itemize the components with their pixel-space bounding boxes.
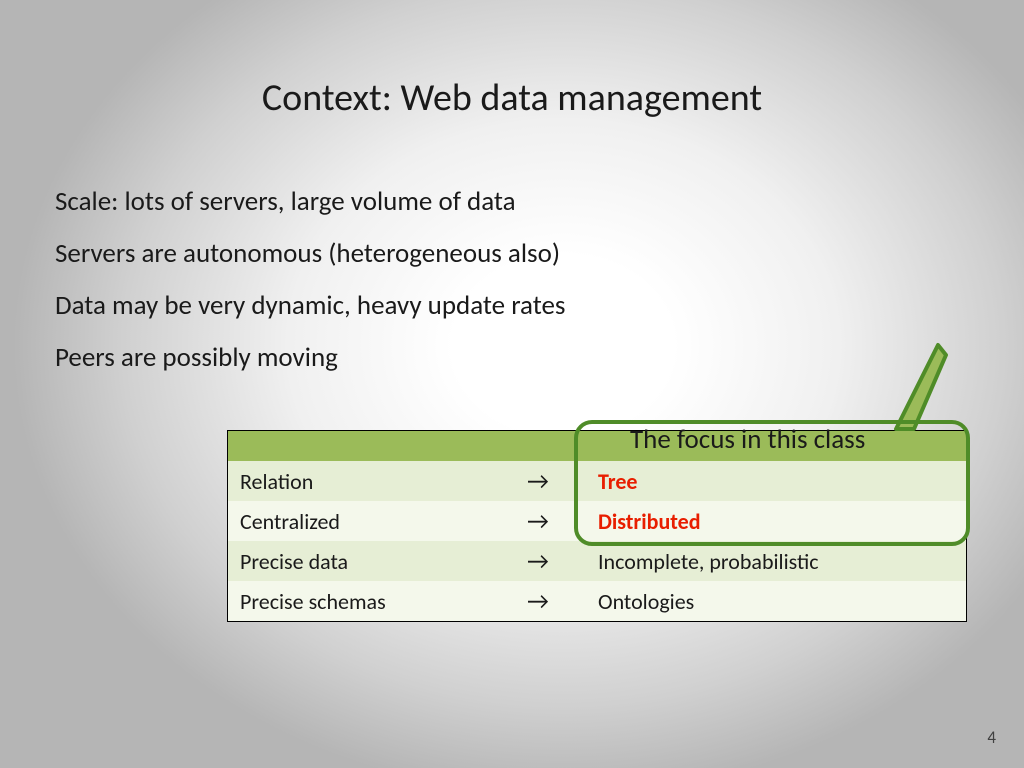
table-row: Relation → Tree <box>228 461 966 501</box>
slide-title: Context: Web data management <box>0 75 1024 121</box>
cell-arrow: → <box>490 467 586 496</box>
bullet-item: Scale: lots of servers, large volume of … <box>55 185 969 218</box>
cell-from: Precise data <box>228 548 490 575</box>
cell-to: Ontologies <box>586 588 966 615</box>
callout-label: The focus in this class <box>630 423 865 456</box>
bullet-item: Peers are possibly moving <box>55 341 969 374</box>
comparison-table: Relation → Tree Centralized → Distribute… <box>227 430 967 622</box>
table-row: Precise data → Incomplete, probabilistic <box>228 541 966 581</box>
bullet-item: Data may be very dynamic, heavy update r… <box>55 289 969 322</box>
table-row: Precise schemas → Ontologies <box>228 581 966 621</box>
page-number: 4 <box>987 727 996 748</box>
bullet-list: Scale: lots of servers, large volume of … <box>55 185 969 393</box>
bullet-item: Servers are autonomous (heterogeneous al… <box>55 237 969 270</box>
cell-arrow: → <box>490 547 586 576</box>
cell-to: Incomplete, probabilistic <box>586 548 966 575</box>
cell-arrow: → <box>490 507 586 536</box>
cell-from: Relation <box>228 468 490 495</box>
cell-to: Distributed <box>586 508 966 535</box>
cell-from: Centralized <box>228 508 490 535</box>
cell-to: Tree <box>586 468 966 495</box>
table-row: Centralized → Distributed <box>228 501 966 541</box>
cell-from: Precise schemas <box>228 588 490 615</box>
cell-arrow: → <box>490 587 586 616</box>
